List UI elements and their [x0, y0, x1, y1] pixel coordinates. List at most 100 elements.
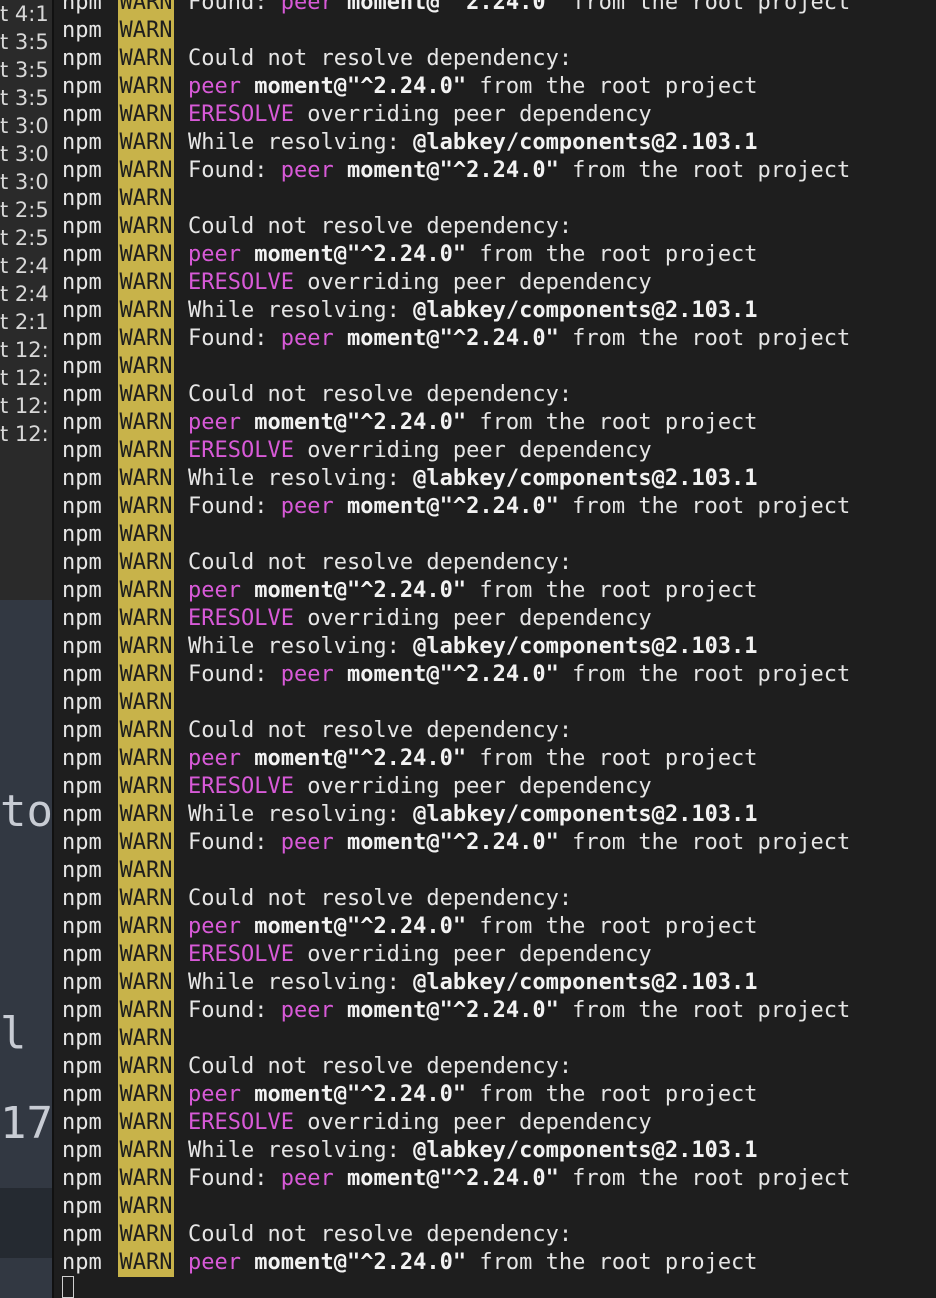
- warn-badge: WARN: [118, 17, 174, 45]
- log-message: peer moment@"^2.24.0" from the root proj…: [188, 745, 758, 773]
- npm-prefix: npm: [62, 1082, 102, 1107]
- npm-prefix: npm: [62, 662, 102, 687]
- npm-prefix: npm: [62, 998, 102, 1023]
- terminal-line: npm WARN peer moment@"^2.24.0" from the ro…: [62, 577, 850, 605]
- warn-badge: WARN: [118, 969, 174, 997]
- peer-keyword: peer: [280, 998, 334, 1023]
- background-list-row: t 12:: [0, 394, 49, 418]
- warn-badge: WARN: [118, 437, 174, 465]
- background-editor-text: 17: [0, 1098, 52, 1149]
- terminal-line: npm WARN While resolving: @labkey/componen…: [62, 297, 850, 325]
- background-list-row: t 3:0: [0, 170, 49, 194]
- package-spec: moment@"^2.24.0": [254, 74, 467, 99]
- npm-prefix: npm: [62, 242, 102, 267]
- warn-badge: WARN: [118, 325, 174, 353]
- package-spec: moment@"^2.24.0": [346, 494, 559, 519]
- npm-prefix: npm: [62, 1166, 102, 1191]
- message-text: Found:: [188, 998, 281, 1023]
- terminal-line: npm WARN peer moment@"^2.24.0" from the ro…: [62, 241, 850, 269]
- message-text: Could not resolve dependency:: [188, 718, 573, 743]
- npm-prefix: npm: [62, 606, 102, 631]
- peer-keyword: peer: [280, 1166, 334, 1191]
- terminal-line: npm WARN Found: peer moment@"^2.24.0" from…: [62, 1165, 850, 1193]
- log-message: Found: peer moment@"^2.24.0" from the ro…: [188, 0, 850, 17]
- terminal-line: npm WARN: [62, 17, 850, 45]
- warn-badge: WARN: [118, 577, 174, 605]
- message-text: Could not resolve dependency:: [188, 1222, 573, 1247]
- terminal-line: npm WARN Could not resolve dependency:: [62, 717, 850, 745]
- warn-badge: WARN: [118, 101, 174, 129]
- message-text: Found:: [188, 662, 281, 687]
- npm-prefix: npm: [62, 214, 102, 239]
- package-name: @labkey/components@2.103.1: [413, 634, 758, 659]
- log-message: Found: peer moment@"^2.24.0" from the ro…: [188, 325, 850, 353]
- terminal-line: npm WARN peer moment@"^2.24.0" from the ro…: [62, 913, 850, 941]
- log-message: Could not resolve dependency:: [188, 213, 572, 241]
- terminal-line: npm WARN Could not resolve dependency:: [62, 1053, 850, 1081]
- peer-keyword: peer: [188, 242, 241, 267]
- warn-badge: WARN: [118, 73, 174, 101]
- terminal-output[interactable]: npm WARN Found: peer moment@"^2.24.0" from…: [54, 0, 936, 1298]
- warn-badge: WARN: [118, 941, 174, 969]
- message-text: from the root project: [558, 0, 851, 15]
- log-message: While resolving: @labkey/components@2.10…: [188, 297, 758, 325]
- message-text: Found:: [188, 1166, 281, 1191]
- log-message: peer moment@"^2.24.0" from the root proj…: [188, 913, 758, 941]
- message-text: overriding peer dependency: [293, 270, 652, 295]
- package-name: @labkey/components@2.103.1: [413, 466, 758, 491]
- terminal-line: npm WARN: [62, 689, 850, 717]
- peer-keyword: peer: [280, 326, 334, 351]
- terminal-line: npm WARN: [62, 1025, 850, 1053]
- warn-badge: WARN: [118, 885, 174, 913]
- package-spec: moment@"^2.24.0": [346, 830, 559, 855]
- message-text: Could not resolve dependency:: [188, 1054, 573, 1079]
- terminal-line: npm WARN While resolving: @labkey/componen…: [62, 969, 850, 997]
- npm-prefix: npm: [62, 298, 102, 323]
- log-message: While resolving: @labkey/components@2.10…: [188, 1137, 758, 1165]
- terminal-line: npm WARN ERESOLVE overriding peer dependen…: [62, 1109, 850, 1137]
- log-message: Found: peer moment@"^2.24.0" from the ro…: [188, 829, 850, 857]
- background-list-row: t 2:4: [0, 282, 49, 306]
- package-spec: moment@"^2.24.0": [254, 578, 467, 603]
- log-message: While resolving: @labkey/components@2.10…: [188, 969, 758, 997]
- terminal-line: npm WARN ERESOLVE overriding peer dependen…: [62, 269, 850, 297]
- message-text: While resolving:: [188, 970, 414, 995]
- npm-prefix: npm: [62, 1054, 102, 1079]
- terminal-line: npm WARN: [62, 521, 850, 549]
- terminal-line: npm WARN Could not resolve dependency:: [62, 1221, 850, 1249]
- background-list-row: t 3:0: [0, 114, 49, 138]
- package-name: @labkey/components@2.103.1: [413, 1138, 758, 1163]
- npm-prefix: npm: [62, 1110, 102, 1135]
- peer-keyword: peer: [280, 662, 334, 687]
- terminal-line: npm WARN Could not resolve dependency:: [62, 549, 850, 577]
- warn-badge: WARN: [118, 661, 174, 689]
- log-message: ERESOLVE overriding peer dependency: [188, 941, 652, 969]
- message-text: from the root project: [558, 662, 851, 687]
- package-spec: moment@"^2.24.0": [346, 326, 559, 351]
- npm-prefix: npm: [62, 690, 102, 715]
- message-text: overriding peer dependency: [293, 774, 652, 799]
- log-message: peer moment@"^2.24.0" from the root proj…: [188, 73, 758, 101]
- warn-badge: WARN: [118, 157, 174, 185]
- background-list-row: t 3:0: [0, 142, 49, 166]
- peer-keyword: peer: [280, 158, 334, 183]
- background-editor-text: to: [0, 786, 52, 837]
- terminal-line: npm WARN: [62, 185, 850, 213]
- warn-badge: WARN: [118, 549, 174, 577]
- npm-prefix: npm: [62, 914, 102, 939]
- peer-keyword: peer: [188, 1250, 241, 1275]
- warn-badge: WARN: [118, 493, 174, 521]
- package-spec: moment@"^2.24.0": [254, 914, 467, 939]
- message-text: While resolving:: [188, 634, 414, 659]
- terminal-line: npm WARN peer moment@"^2.24.0" from the ro…: [62, 1249, 850, 1277]
- message-text: While resolving:: [188, 1138, 414, 1163]
- npm-prefix: npm: [62, 1194, 102, 1219]
- message-text: overriding peer dependency: [293, 606, 652, 631]
- warn-badge: WARN: [118, 213, 174, 241]
- package-spec: moment@"^2.24.0": [346, 662, 559, 687]
- log-message: Could not resolve dependency:: [188, 45, 572, 73]
- warn-badge: WARN: [118, 1221, 174, 1249]
- log-message: peer moment@"^2.24.0" from the root proj…: [188, 409, 758, 437]
- warn-badge: WARN: [118, 997, 174, 1025]
- log-message: Found: peer moment@"^2.24.0" from the ro…: [188, 493, 850, 521]
